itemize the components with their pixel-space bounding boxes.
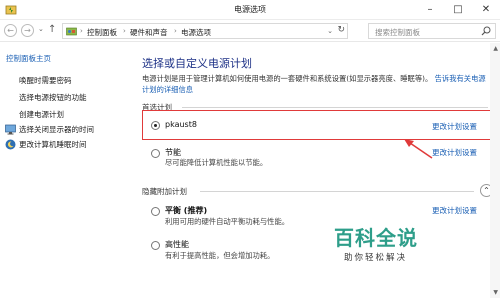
close-icon[interactable]: ✕ <box>472 0 500 20</box>
address-dropdown-chevron-icon[interactable]: ⌄ <box>327 27 333 35</box>
plan-description: 利用可用的硬件自动平衡功耗与性能。 <box>165 217 290 226</box>
plan-name: pkaust8 <box>165 120 197 129</box>
refresh-icon[interactable]: ↻ <box>337 25 345 35</box>
change-plan-settings-link[interactable]: 更改计划设置 <box>432 121 477 132</box>
group-divider <box>182 107 488 108</box>
plan-description: 有利于提高性能，但会增加功耗。 <box>165 251 275 260</box>
search-icon[interactable] <box>481 26 491 36</box>
search-placeholder: 搜索控制面板 <box>375 28 420 37</box>
sleep-moon-icon <box>5 139 16 150</box>
group-divider <box>200 191 474 192</box>
address-bar: ← → ⌄ ↑ › 控制面板 › 硬件和声音 › 电源选项 ⌄ ↻ 搜索控制面板 <box>0 20 500 42</box>
breadcrumb-separator-icon: › <box>80 27 83 35</box>
sidebar: 控制面板主页 唤醒时需要密码 选择电源按钮的功能 创建电源计划 选择关闭显示器的… <box>0 43 130 298</box>
search-input[interactable]: 搜索控制面板 <box>368 23 496 39</box>
plan-radio-power-saver[interactable] <box>151 149 160 158</box>
breadcrumb-item[interactable]: 硬件和声音 <box>130 27 168 38</box>
minimize-icon[interactable]: – <box>416 0 444 20</box>
title-bar: 电源选项 – □ ✕ <box>0 0 500 20</box>
plan-radio-balanced[interactable] <box>151 207 160 216</box>
sidebar-item-display-off[interactable]: 选择关闭显示器的时间 <box>19 124 94 135</box>
up-arrow-icon[interactable]: ↑ <box>48 24 56 35</box>
sidebar-item-power-button[interactable]: 选择电源按钮的功能 <box>19 92 87 103</box>
maximize-icon[interactable]: □ <box>444 0 472 20</box>
plan-name: 节能 <box>165 148 181 157</box>
page-title: 选择或自定义电源计划 <box>142 57 252 70</box>
change-plan-settings-link[interactable]: 更改计划设置 <box>432 205 477 216</box>
watermark: 百科全说 助你轻松解决 <box>322 222 472 292</box>
sidebar-item-create-plan[interactable]: 创建电源计划 <box>19 109 64 120</box>
sidebar-control-panel-home[interactable]: 控制面板主页 <box>6 53 51 64</box>
description-text: 电源计划是用于管理计算机如何使用电源的一套硬件和系统设置(如显示器亮度、睡眠等)… <box>142 74 433 83</box>
plan-description: 尽可能降低计算机性能以节能。 <box>165 158 268 167</box>
plan-radio-high-performance[interactable] <box>151 241 160 250</box>
breadcrumb-separator-icon: › <box>123 27 126 35</box>
breadcrumb-item[interactable]: 电源选项 <box>181 27 211 38</box>
recent-locations-chevron-icon[interactable]: ⌄ <box>38 25 44 33</box>
watermark-subtitle: 助你轻松解决 <box>344 253 408 263</box>
scroll-down-icon[interactable]: ▼ <box>493 289 498 296</box>
vertical-scrollbar[interactable] <box>490 43 500 298</box>
back-arrow-icon[interactable]: ← <box>4 24 17 37</box>
page-description: 电源计划是用于管理计算机如何使用电源的一套硬件和系统设置(如显示器亮度、睡眠等)… <box>142 73 488 95</box>
control-panel-icon <box>66 27 77 36</box>
plan-name: 平衡 (推荐) <box>165 206 208 215</box>
plan-name: 高性能 <box>165 240 189 249</box>
breadcrumb[interactable]: › 控制面板 › 硬件和声音 › 电源选项 ⌄ ↻ <box>62 23 348 39</box>
scroll-up-icon[interactable]: ▲ <box>493 45 498 52</box>
watermark-title: 百科全说 <box>334 226 418 250</box>
change-plan-settings-link[interactable]: 更改计划设置 <box>432 147 477 158</box>
breadcrumb-separator-icon: › <box>174 27 177 35</box>
forward-arrow-icon[interactable]: → <box>21 24 34 37</box>
sidebar-item-require-password[interactable]: 唤醒时需要密码 <box>19 75 72 86</box>
breadcrumb-item[interactable]: 控制面板 <box>87 27 117 38</box>
display-icon <box>5 124 16 135</box>
plan-radio-pkaust8[interactable] <box>151 121 160 130</box>
hidden-plans-label: 隐藏附加计划 <box>142 187 187 196</box>
sidebar-item-sleep-time[interactable]: 更改计算机睡眠时间 <box>19 139 87 150</box>
